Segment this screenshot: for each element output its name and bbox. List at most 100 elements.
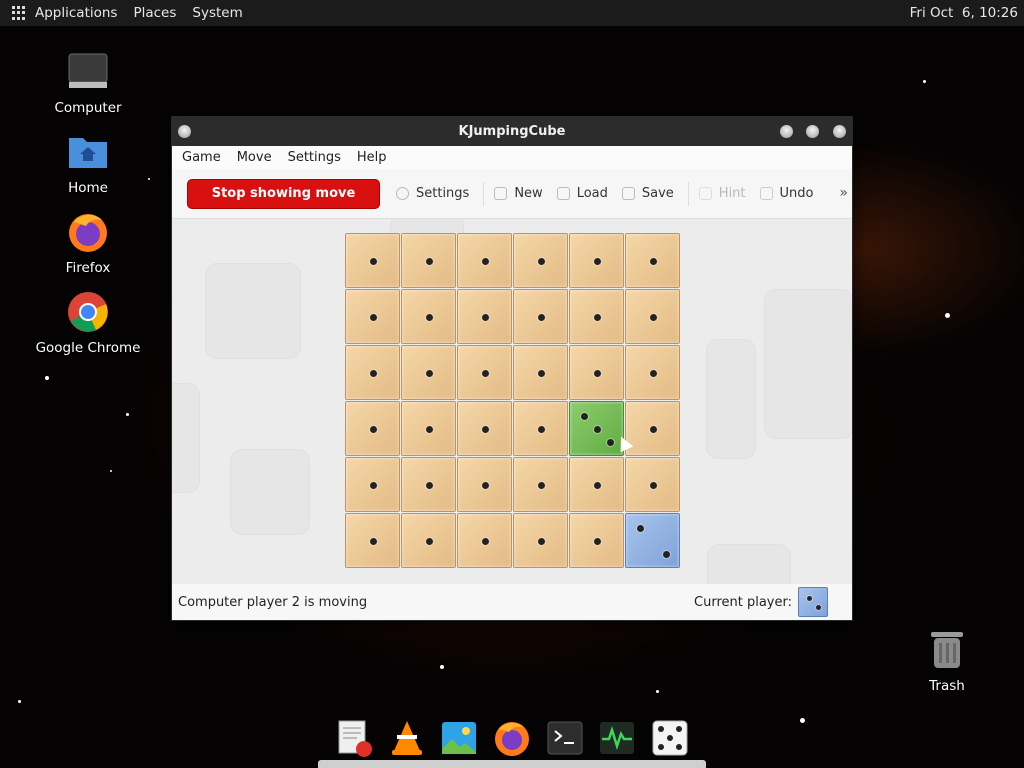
cube-cell[interactable] <box>401 457 456 512</box>
cube-cell[interactable] <box>625 233 680 288</box>
cube-dot <box>663 551 670 558</box>
cube-dot <box>370 482 377 489</box>
cube-dot <box>370 258 377 265</box>
cube-cell[interactable] <box>569 401 624 456</box>
cube-cell[interactable] <box>513 513 568 568</box>
cube-cell[interactable] <box>345 233 400 288</box>
cube-cell[interactable] <box>345 401 400 456</box>
cube-dot <box>370 370 377 377</box>
cube-cell[interactable] <box>401 233 456 288</box>
cube-cell[interactable] <box>345 289 400 344</box>
cube-dot <box>594 538 601 545</box>
stop-showing-move-button[interactable]: Stop showing move <box>187 178 380 209</box>
applications-grid-icon[interactable] <box>12 6 26 20</box>
firefox-icon[interactable] <box>493 719 531 757</box>
cube-dot <box>482 314 489 321</box>
menu-help[interactable]: Help <box>357 150 387 165</box>
new-document-icon <box>494 187 508 200</box>
close-icon[interactable] <box>833 125 846 138</box>
toolbar-separator <box>483 181 485 206</box>
cube-cell[interactable] <box>569 457 624 512</box>
cube-cell[interactable] <box>457 345 512 400</box>
cube-cell[interactable] <box>457 457 512 512</box>
cube-cell[interactable] <box>569 345 624 400</box>
background-decoration <box>707 544 791 584</box>
cube-dot <box>482 258 489 265</box>
places-menu[interactable]: Places <box>133 5 176 21</box>
cube-dot <box>482 370 489 377</box>
cube-cell[interactable] <box>401 345 456 400</box>
desktop-icon-trash[interactable]: Trash <box>887 628 1007 694</box>
dice-icon[interactable] <box>651 719 689 757</box>
window-titlebar[interactable]: KJumpingCube <box>172 117 852 146</box>
cube-dot <box>650 314 657 321</box>
undo-icon <box>759 187 773 200</box>
applications-menu[interactable]: Applications <box>35 5 117 21</box>
save-button[interactable]: Save <box>621 186 674 201</box>
chrome-icon <box>66 290 110 334</box>
cube-cell[interactable] <box>625 457 680 512</box>
menubar: Game Move Settings Help <box>172 146 852 169</box>
system-monitor-icon[interactable] <box>598 719 636 757</box>
cube-cell[interactable] <box>345 457 400 512</box>
desktop-icon-chrome[interactable]: Google Chrome <box>28 290 148 356</box>
cube-cell[interactable] <box>401 401 456 456</box>
cube-cell[interactable] <box>513 401 568 456</box>
cube-cell[interactable] <box>513 289 568 344</box>
image-viewer-icon[interactable] <box>440 719 478 757</box>
gear-icon <box>396 187 409 200</box>
text-editor-icon[interactable] <box>335 719 373 757</box>
desktop-icon-home[interactable]: Home <box>28 130 148 196</box>
home-folder-icon <box>66 130 110 174</box>
window-menu-icon[interactable] <box>178 125 191 138</box>
toolbar: Stop showing move Settings New Load Save… <box>172 169 852 219</box>
cube-dot <box>594 370 601 377</box>
firefox-icon <box>66 210 110 254</box>
vlc-icon[interactable] <box>388 719 426 757</box>
cube-cell[interactable] <box>401 289 456 344</box>
toolbar-overflow-button[interactable]: » <box>839 185 848 201</box>
desktop-icon-firefox[interactable]: Firefox <box>28 210 148 276</box>
cube-cell[interactable] <box>569 289 624 344</box>
cube-cell[interactable] <box>345 513 400 568</box>
desktop-icon-label: Firefox <box>65 260 111 276</box>
cube-cell[interactable] <box>345 345 400 400</box>
cube-cell[interactable] <box>625 401 680 456</box>
cube-cell[interactable] <box>513 345 568 400</box>
system-menu[interactable]: System <box>192 5 242 21</box>
load-label: Load <box>576 186 608 201</box>
cube-dot <box>581 413 588 420</box>
cube-dot <box>426 370 433 377</box>
cube-dot <box>370 314 377 321</box>
menu-move[interactable]: Move <box>237 150 272 165</box>
cube-cell[interactable] <box>457 233 512 288</box>
board-area <box>172 219 852 584</box>
maximize-icon[interactable] <box>806 125 819 138</box>
top-panel: Applications Places System Fri Oct 6, 10… <box>0 0 1024 26</box>
undo-button[interactable]: Undo <box>759 186 814 201</box>
new-button[interactable]: New <box>494 186 543 201</box>
menu-settings[interactable]: Settings <box>288 150 341 165</box>
cube-cell[interactable] <box>457 289 512 344</box>
menu-game[interactable]: Game <box>182 150 221 165</box>
load-button[interactable]: Load <box>556 186 608 201</box>
settings-button[interactable]: Settings <box>396 186 469 201</box>
desktop-icon-label: Computer <box>54 100 122 116</box>
terminal-icon[interactable] <box>546 719 584 757</box>
cube-dot <box>482 482 489 489</box>
hint-icon <box>698 187 712 200</box>
cube-cell[interactable] <box>625 345 680 400</box>
clock[interactable]: Fri Oct 6, 10:26 <box>910 5 1018 21</box>
minimize-icon[interactable] <box>780 125 793 138</box>
cube-cell[interactable] <box>569 513 624 568</box>
hint-button[interactable]: Hint <box>698 186 746 201</box>
cube-cell[interactable] <box>513 233 568 288</box>
cube-cell[interactable] <box>457 401 512 456</box>
desktop-icon-computer[interactable]: Computer <box>28 50 148 116</box>
cube-cell[interactable] <box>569 233 624 288</box>
cube-cell[interactable] <box>625 289 680 344</box>
cube-cell[interactable] <box>401 513 456 568</box>
cube-cell[interactable] <box>513 457 568 512</box>
cube-cell[interactable] <box>457 513 512 568</box>
cube-cell[interactable] <box>625 513 680 568</box>
